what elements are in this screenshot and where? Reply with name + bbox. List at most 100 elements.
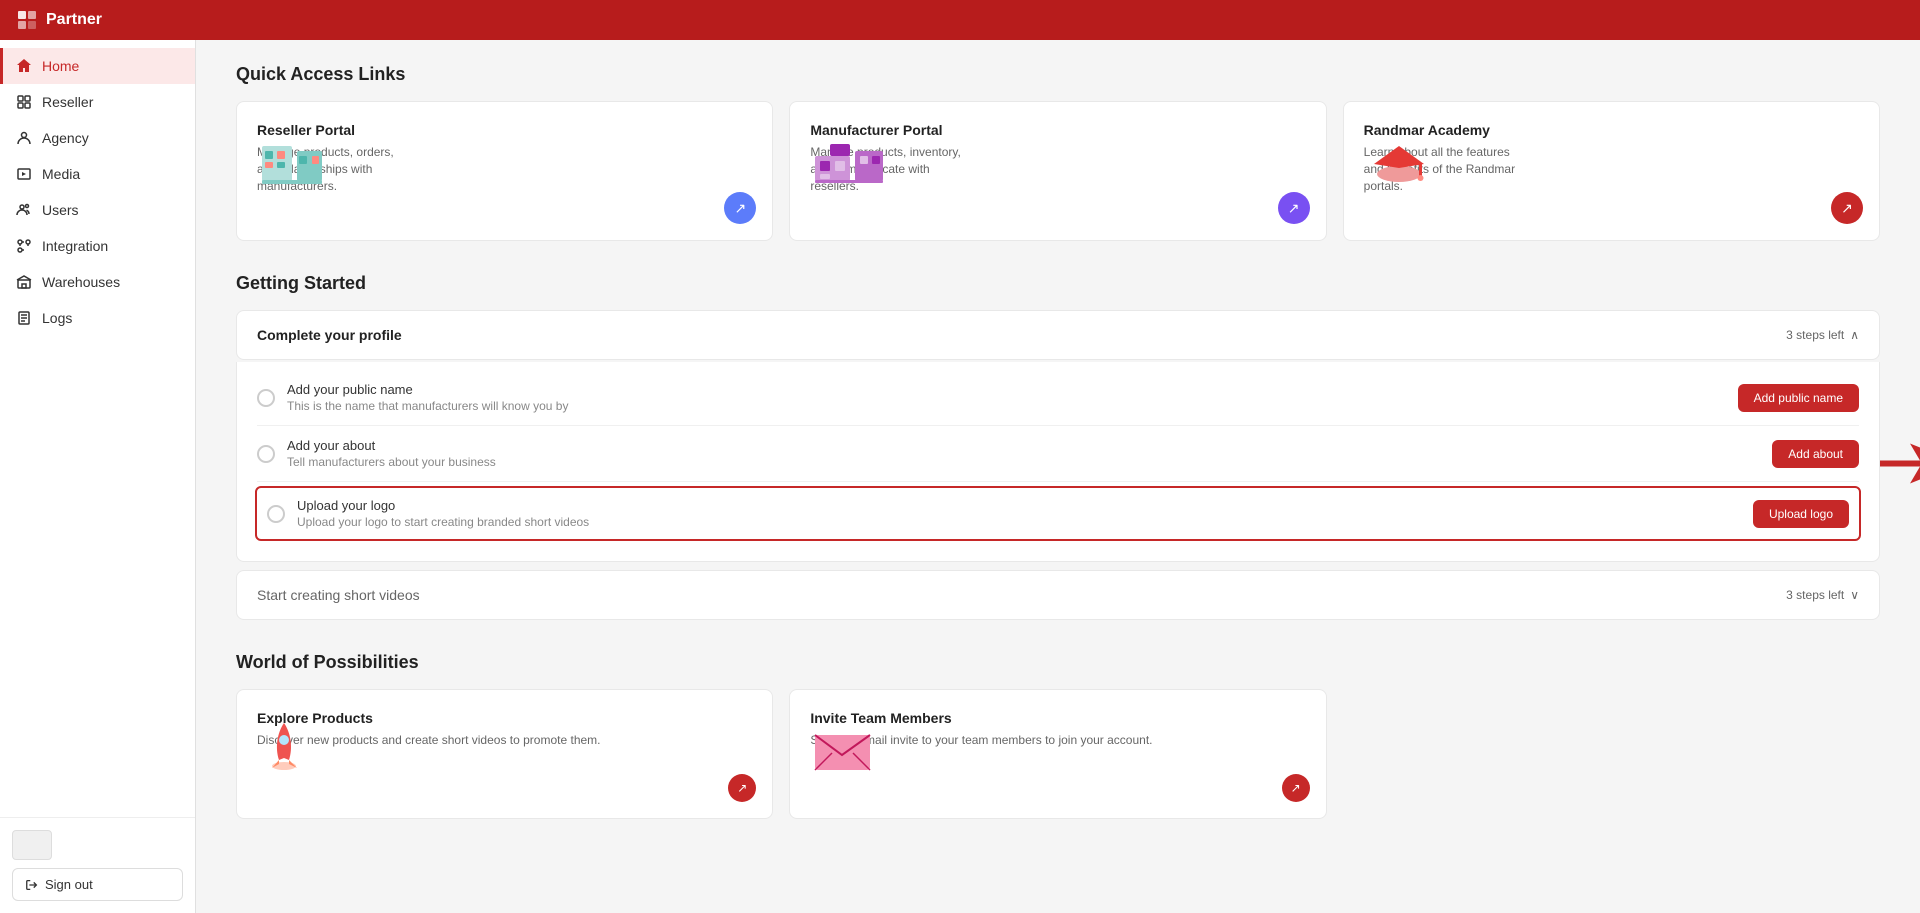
world-title: World of Possibilities [236, 652, 1880, 673]
sidebar-item-media[interactable]: Media [0, 156, 195, 192]
invite-desc: Send an email invite to your team member… [810, 732, 1305, 749]
profile-item-public-name: Add your public name This is the name th… [257, 370, 1859, 426]
agency-icon [16, 130, 32, 146]
quick-card-academy-title: Randmar Academy [1364, 122, 1859, 138]
start-creating-steps: 3 steps left [1786, 588, 1859, 602]
quick-access-section: Quick Access Links Reseller Portal Manag… [236, 64, 1880, 241]
sidebar: Home Reseller Agency [0, 40, 196, 913]
quick-card-reseller-title: Reseller Portal [257, 122, 752, 138]
world-section: World of Possibilities Explore Products … [236, 652, 1880, 819]
complete-profile-header-card: Complete your profile 3 steps left [236, 310, 1880, 360]
about-text: Add your about Tell manufacturers about … [287, 438, 1772, 469]
add-about-button[interactable]: Add about [1772, 440, 1859, 468]
explore-desc: Discover new products and create short v… [257, 732, 752, 749]
quick-card-manufacturer: Manufacturer Portal Manage products, inv… [789, 101, 1326, 241]
sidebar-item-agency-label: Agency [42, 130, 89, 146]
topbar-logo[interactable]: Partner [16, 9, 102, 31]
upload-logo-radio[interactable] [267, 505, 285, 523]
explore-arrow-icon: ↗ [737, 781, 747, 795]
signout-button[interactable]: Sign out [12, 868, 183, 901]
complete-profile-wrapper: Complete your profile 3 steps left Add y… [236, 310, 1880, 562]
explore-title: Explore Products [257, 710, 752, 726]
integration-icon [16, 238, 32, 254]
profile-items-container: Add your public name This is the name th… [236, 362, 1880, 562]
start-creating-steps-text: 3 steps left [1786, 588, 1844, 602]
invite-title: Invite Team Members [810, 710, 1305, 726]
public-name-text: Add your public name This is the name th… [287, 382, 1738, 413]
invite-illustration [810, 723, 875, 778]
warehouses-icon [16, 274, 32, 290]
getting-started-title: Getting Started [236, 273, 1880, 294]
sidebar-item-logs[interactable]: Logs [0, 300, 195, 336]
users-icon [16, 202, 32, 218]
media-icon [16, 166, 32, 182]
sidebar-item-integration[interactable]: Integration [0, 228, 195, 264]
manufacturer-portal-button[interactable]: ↗ [1278, 192, 1310, 224]
quick-card-academy: Randmar Academy Learn about all the feat… [1343, 101, 1880, 241]
reseller-arrow-icon: ↗ [734, 200, 746, 217]
complete-profile-steps-text: 3 steps left [1786, 328, 1844, 342]
upload-logo-label: Upload your logo [297, 498, 1753, 513]
invite-button[interactable]: ↗ [1282, 774, 1310, 802]
red-arrow-annotation [1880, 439, 1920, 494]
sidebar-item-logs-label: Logs [42, 310, 72, 326]
reseller-icon [16, 94, 32, 110]
start-creating-title: Start creating short videos [257, 587, 420, 603]
sidebar-nav: Home Reseller Agency [0, 40, 195, 817]
reseller-portal-button[interactable]: ↗ [724, 192, 756, 224]
world-card-explore: Explore Products Discover new products a… [236, 689, 773, 819]
main-content: Quick Access Links Reseller Portal Manag… [196, 40, 1920, 913]
upload-logo-text: Upload your logo Upload your logo to sta… [297, 498, 1753, 529]
about-label: Add your about [287, 438, 1772, 453]
sidebar-item-users-label: Users [42, 202, 79, 218]
sidebar-item-media-label: Media [42, 166, 80, 182]
sidebar-item-warehouses[interactable]: Warehouses [0, 264, 195, 300]
explore-button[interactable]: ↗ [728, 774, 756, 802]
invite-arrow-icon: ↗ [1291, 781, 1301, 795]
start-creating-card: Start creating short videos 3 steps left [236, 570, 1880, 620]
chevron-up-icon [1850, 328, 1859, 342]
world-card-invite: Invite Team Members Send an email invite… [789, 689, 1326, 819]
world-grid: Explore Products Discover new products a… [236, 689, 1880, 819]
sidebar-item-users[interactable]: Users [0, 192, 195, 228]
academy-button[interactable]: ↗ [1831, 192, 1863, 224]
sidebar-bottom: Sign out [0, 817, 195, 913]
manufacturer-arrow-icon: ↗ [1288, 200, 1300, 217]
sidebar-item-integration-label: Integration [42, 238, 108, 254]
explore-illustration [257, 718, 312, 778]
profile-item-about: Add your about Tell manufacturers about … [257, 426, 1859, 482]
sidebar-item-warehouses-label: Warehouses [42, 274, 120, 290]
quick-access-grid: Reseller Portal Manage products, orders,… [236, 101, 1880, 241]
about-radio[interactable] [257, 445, 275, 463]
public-name-label: Add your public name [287, 382, 1738, 397]
app-name: Partner [46, 11, 102, 29]
complete-profile-title: Complete your profile [257, 327, 402, 343]
reseller-illustration [257, 136, 327, 196]
public-name-radio[interactable] [257, 389, 275, 407]
quick-card-reseller: Reseller Portal Manage products, orders,… [236, 101, 773, 241]
upload-logo-button[interactable]: Upload logo [1753, 500, 1849, 528]
signout-icon [25, 878, 39, 892]
home-icon [16, 58, 32, 74]
logs-icon [16, 310, 32, 326]
sidebar-item-reseller[interactable]: Reseller [0, 84, 195, 120]
user-avatar [12, 830, 52, 860]
chevron-down-icon [1850, 588, 1859, 602]
sidebar-item-home[interactable]: Home [0, 48, 195, 84]
quick-access-title: Quick Access Links [236, 64, 1880, 85]
signout-label: Sign out [45, 877, 93, 892]
sidebar-item-agency[interactable]: Agency [0, 120, 195, 156]
add-public-name-button[interactable]: Add public name [1738, 384, 1859, 412]
complete-profile-steps: 3 steps left [1786, 328, 1859, 342]
getting-started-section: Getting Started Complete your profile 3 … [236, 273, 1880, 620]
about-sublabel: Tell manufacturers about your business [287, 455, 1772, 469]
academy-illustration [1364, 136, 1434, 196]
sidebar-item-reseller-label: Reseller [42, 94, 93, 110]
academy-arrow-icon: ↗ [1841, 200, 1853, 217]
public-name-sublabel: This is the name that manufacturers will… [287, 399, 1738, 413]
sidebar-item-home-label: Home [42, 58, 79, 74]
profile-item-upload-logo: Upload your logo Upload your logo to sta… [255, 486, 1861, 541]
upload-logo-sublabel: Upload your logo to start creating brand… [297, 515, 1753, 529]
logo-icon [16, 9, 38, 31]
manufacturer-illustration [810, 136, 890, 196]
